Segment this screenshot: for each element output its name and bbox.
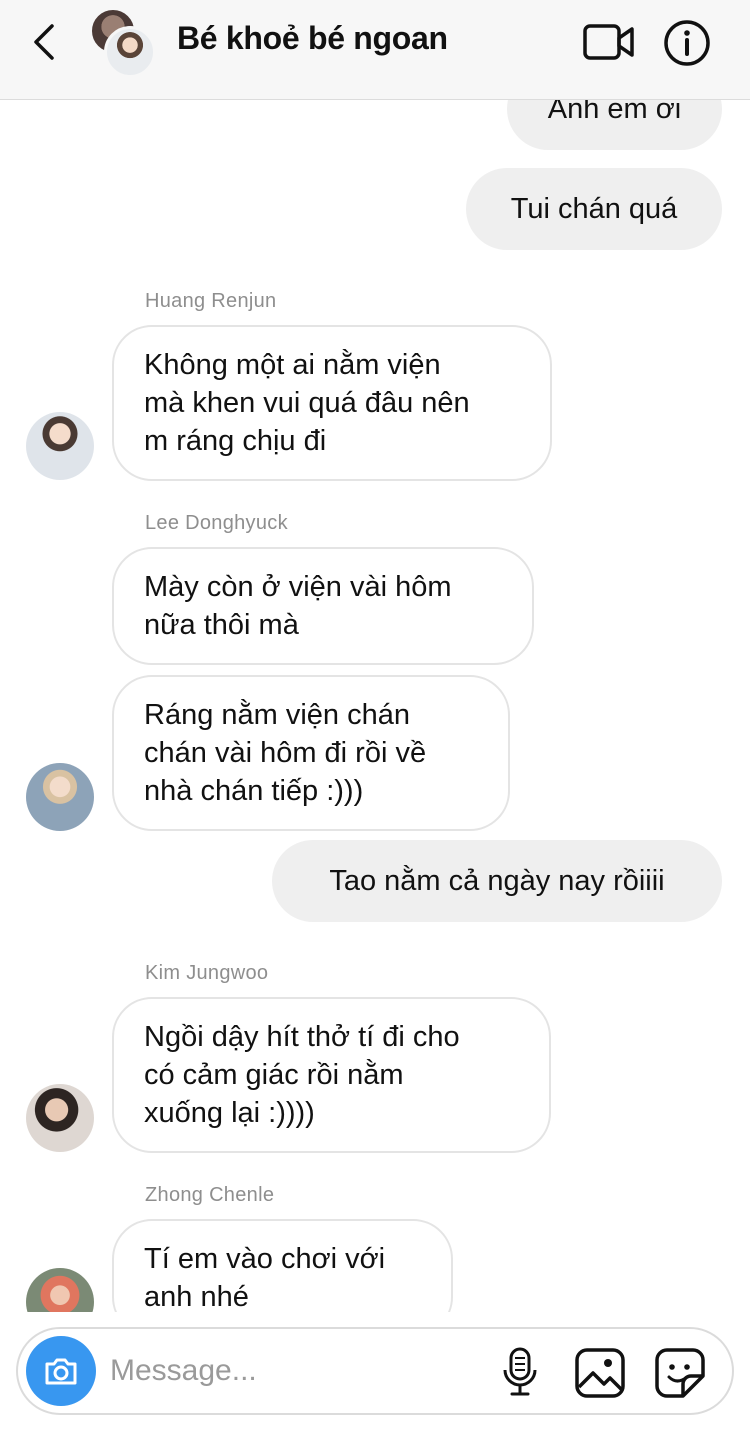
microphone-button[interactable] (502, 1346, 538, 1398)
incoming-message[interactable]: Ráng nằm viện chán chán vài hôm đi rồi v… (112, 675, 510, 831)
video-camera-icon (583, 24, 634, 60)
avatar[interactable] (26, 1084, 94, 1152)
incoming-message[interactable]: Mày còn ở viện vài hôm nữa thôi mà (112, 547, 534, 665)
avatar[interactable] (26, 763, 94, 831)
incoming-message[interactable]: Tí em vào chơi với anh nhé (112, 1219, 453, 1312)
avatar[interactable] (26, 412, 94, 480)
gallery-icon (575, 1348, 625, 1398)
message-thread[interactable]: Anh em ơi Tui chán quá Huang Renjun Khôn… (0, 100, 750, 1312)
message-line: chán vài hôm đi rồi về (144, 737, 427, 769)
incoming-message[interactable]: Ngồi dậy hít thở tí đi cho có cảm giác r… (112, 997, 551, 1153)
message-line: Không một ai nằm viện (144, 349, 441, 381)
outgoing-message[interactable]: Tui chán quá (466, 168, 722, 250)
sticker-button[interactable] (654, 1347, 706, 1399)
camera-button[interactable] (26, 1336, 96, 1406)
message-line: nữa thôi mà (144, 609, 299, 641)
message-text: Tao nằm cả ngày nay rồiiii (329, 865, 665, 897)
chat-header: Bé khoẻ bé ngoan (0, 0, 750, 100)
message-input[interactable] (110, 1349, 490, 1393)
microphone-icon (503, 1347, 537, 1396)
sender-name: Kim Jungwoo (145, 962, 269, 984)
message-line: mà khen vui quá đâu nên (144, 387, 470, 419)
outgoing-message[interactable]: Anh em ơi (507, 100, 722, 150)
message-line: xuống lại :)))) (144, 1097, 315, 1129)
message-composer (16, 1327, 734, 1415)
message-line: Ráng nằm viện chán (144, 699, 410, 731)
sticker-icon (655, 1348, 705, 1398)
message-line: Ngồi dậy hít thở tí đi cho (144, 1021, 460, 1053)
info-icon (664, 20, 710, 66)
back-button[interactable] (28, 22, 64, 62)
message-text: Anh em ơi (547, 100, 682, 125)
group-avatar-front (104, 26, 156, 78)
camera-icon (45, 1358, 77, 1385)
message-line: nhà chán tiếp :))) (144, 775, 364, 807)
outgoing-message[interactable]: Tao nằm cả ngày nay rồiiii (272, 840, 722, 922)
chat-title[interactable]: Bé khoẻ bé ngoan (177, 20, 448, 57)
message-line: có cảm giác rồi nằm (144, 1059, 404, 1091)
message-line: m ráng chịu đi (144, 425, 327, 457)
message-line: anh nhé (144, 1281, 249, 1312)
info-button[interactable] (662, 18, 712, 68)
sender-name: Huang Renjun (145, 290, 277, 312)
sender-name: Lee Donghyuck (145, 512, 288, 534)
sender-name: Zhong Chenle (145, 1184, 275, 1206)
message-text: Tui chán quá (510, 193, 678, 225)
video-call-button[interactable] (582, 20, 636, 64)
group-avatar[interactable] (90, 8, 160, 78)
message-line: Mày còn ở viện vài hôm (144, 571, 452, 603)
chevron-left-icon (34, 24, 54, 60)
message-line: Tí em vào chơi với (144, 1243, 386, 1275)
incoming-message[interactable]: Không một ai nằm viện mà khen vui quá đâ… (112, 325, 552, 481)
gallery-button[interactable] (574, 1347, 626, 1399)
avatar[interactable] (26, 1268, 94, 1312)
